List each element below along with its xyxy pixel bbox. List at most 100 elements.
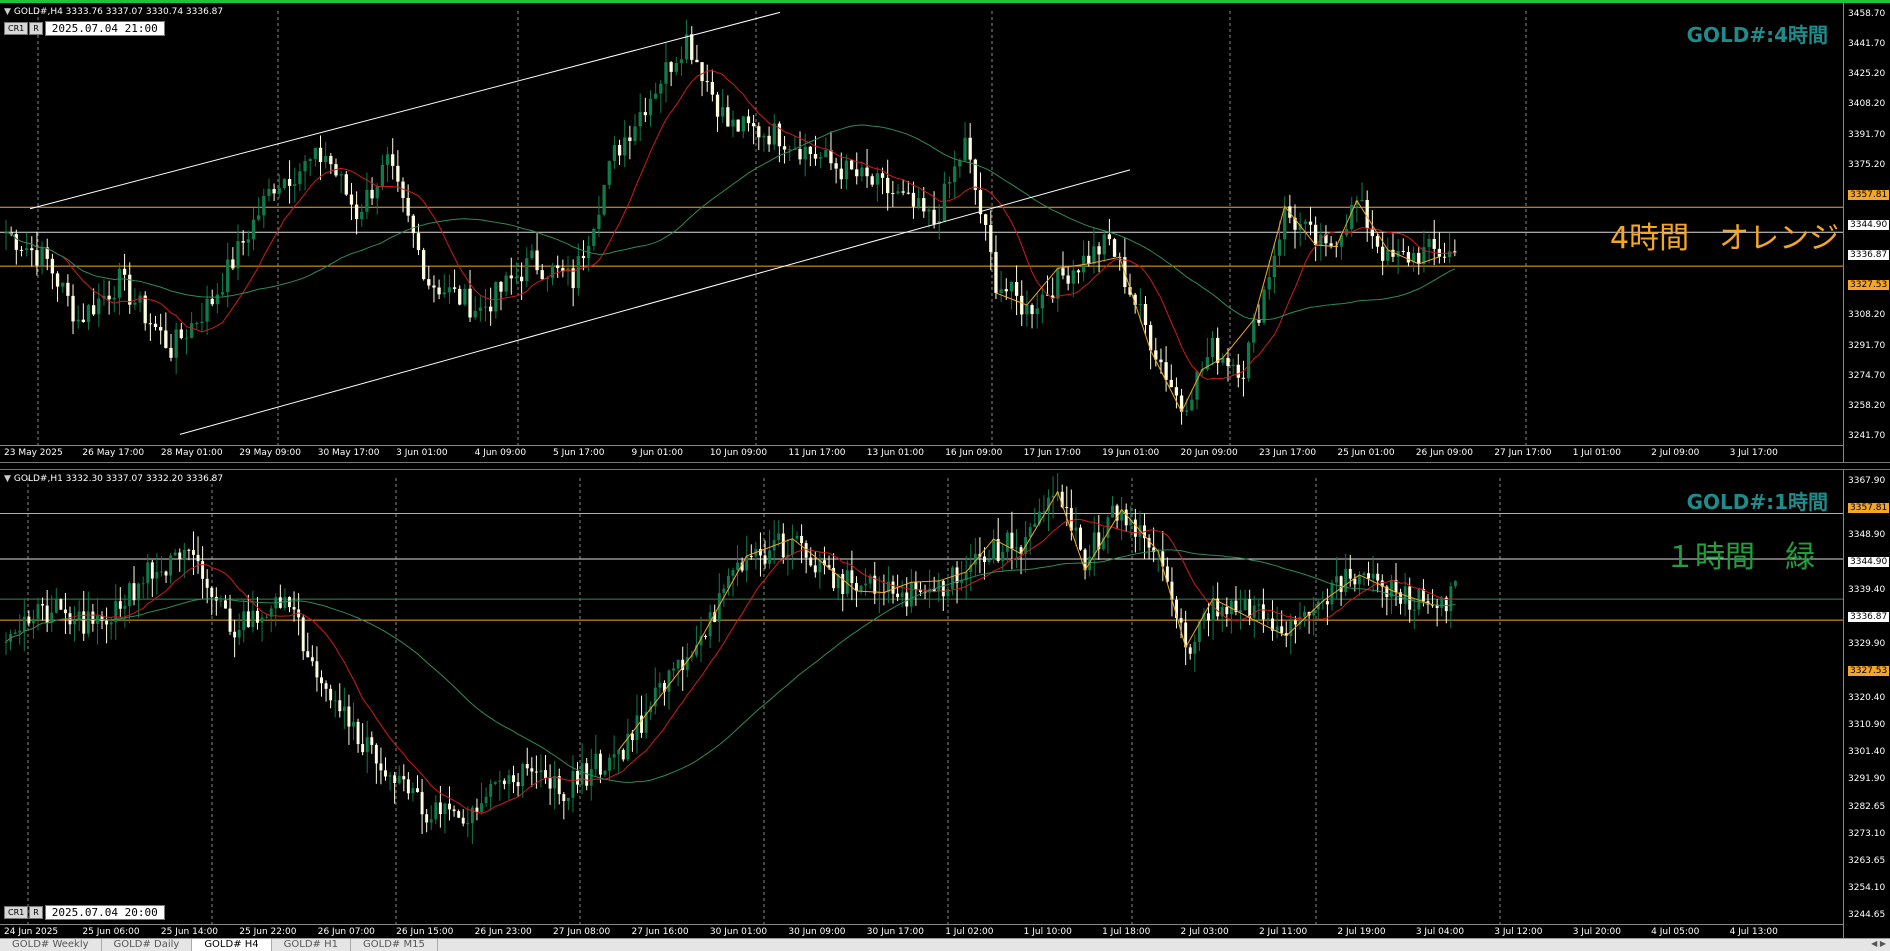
candle-body	[117, 268, 122, 298]
candle-body	[174, 329, 178, 358]
h1-price-axis[interactable]: 3367.90 3357.81 3348.90 3344.90 3339.40 3336.…	[1843, 470, 1890, 938]
candle-body	[411, 788, 415, 794]
r-button[interactable]: R	[29, 21, 43, 35]
price-tick: 3254.10	[1848, 882, 1886, 893]
candle-body	[265, 616, 269, 618]
candle-body	[1005, 532, 1009, 552]
candle-body	[1097, 246, 1101, 255]
tab-scroll-arrows-icon[interactable]: ◀ ▶	[1871, 939, 1886, 948]
candle-body	[179, 329, 183, 339]
r-button[interactable]: R	[29, 905, 43, 919]
candle-body	[1042, 511, 1046, 513]
candle-body	[763, 555, 767, 564]
h1-price-chart[interactable]	[0, 470, 1844, 924]
chart-tab[interactable]: GOLD# Daily	[102, 939, 193, 951]
chart-tab[interactable]: GOLD# H1	[272, 939, 351, 951]
candle-body	[210, 298, 214, 305]
price-tick: 3344.90	[1848, 557, 1890, 568]
candle-body	[916, 198, 921, 207]
candle-body	[621, 749, 625, 760]
candle-body	[942, 183, 947, 221]
candle-body	[370, 189, 374, 199]
price-tick: 3339.40	[1848, 584, 1886, 595]
time-tick: 2 Jul 09:00	[1651, 448, 1700, 458]
h4-price-axis[interactable]: 3458.70 3441.70 3425.20 3408.20 3391.70 3375.…	[1843, 3, 1890, 462]
time-tick: 3 Jul 04:00	[1415, 927, 1465, 937]
candle-body	[844, 160, 849, 180]
candle-body	[442, 292, 446, 295]
candle-body	[385, 154, 390, 165]
candle-body	[292, 607, 296, 610]
h1-chart-header: ▼ GOLD#,H1 3332.30 3337.07 3332.20 3336.8…	[4, 474, 223, 484]
candle-body	[553, 775, 557, 789]
candle-body	[749, 555, 753, 557]
candle-body	[1353, 578, 1357, 585]
candle-body	[416, 788, 419, 793]
h4-crosshair-time-box: CR1 R 2025.07.04 21:00	[4, 20, 165, 36]
cr1-button[interactable]: CR1	[4, 905, 29, 919]
chart-tab[interactable]: GOLD# H4	[192, 939, 272, 951]
candle-body	[896, 191, 900, 194]
candle-body	[406, 779, 410, 794]
price-tick: 3244.65	[1848, 910, 1886, 920]
candle-body	[349, 194, 354, 205]
candle-body	[489, 783, 493, 797]
time-tick: 5 Jun 17:00	[553, 448, 605, 458]
candle-body	[391, 154, 395, 166]
h1-chart-pane[interactable]: ▼ GOLD#,H1 3332.30 3337.07 3332.20 3336.8…	[0, 470, 1890, 938]
candle-body	[1190, 399, 1194, 411]
candle-body	[516, 782, 520, 787]
candle-body	[361, 744, 365, 753]
candle-body	[602, 184, 606, 215]
h1-time-axis[interactable]: 24 Jun 2025 25 Jun 06:00 25 Jun 14:00 25 Ju…	[0, 924, 1844, 939]
candle-body	[354, 204, 359, 220]
candle-body	[540, 270, 544, 280]
candle-body	[112, 297, 116, 300]
h4-chart-header: ▼ GOLD#,H4 3333.76 3337.07 3330.74 3336.8…	[4, 7, 223, 17]
candle-body	[1225, 607, 1229, 615]
candle-body	[159, 571, 163, 573]
pane-separator[interactable]	[0, 462, 1890, 470]
h4-time-axis[interactable]: 23 May 2025 26 May 17:00 28 May 01:00 29 Ma…	[0, 445, 1844, 460]
candle-body	[356, 721, 360, 745]
collapse-triangle-icon[interactable]: ▼	[4, 7, 11, 17]
candle-body	[1280, 626, 1284, 634]
candle-body	[667, 670, 671, 692]
candle-body	[875, 173, 880, 185]
h4-price-chart[interactable]	[0, 3, 1844, 445]
candle-body	[1124, 509, 1128, 526]
chart-tab[interactable]: GOLD# M15	[351, 939, 438, 951]
candle-body	[1357, 574, 1361, 585]
candle-body	[437, 287, 441, 295]
candle-body	[592, 228, 596, 246]
candle-body	[22, 616, 26, 631]
chart-tab[interactable]: GOLD# Weekly	[0, 939, 102, 951]
candle-body	[333, 700, 337, 702]
candle-body	[1303, 611, 1307, 617]
candle-body	[1143, 304, 1148, 326]
candle-body	[535, 250, 539, 271]
candle-body	[308, 159, 312, 162]
candle-body	[228, 608, 232, 632]
candle-body	[36, 604, 40, 619]
candle-body	[886, 177, 890, 194]
candle-body	[192, 550, 195, 555]
time-tick: 25 Jun 06:00	[82, 927, 140, 937]
candle-body	[420, 792, 424, 815]
cr1-button[interactable]: CR1	[4, 21, 29, 35]
candle-body	[1015, 547, 1018, 549]
trend-line	[29, 11, 781, 210]
collapse-triangle-icon[interactable]: ▼	[4, 474, 11, 484]
candle-body	[54, 599, 58, 613]
h4-chart-pane[interactable]: ▼ GOLD#,H4 3333.76 3337.07 3330.74 3336.8…	[0, 0, 1890, 462]
candle-body	[61, 282, 65, 287]
candle-body	[597, 214, 601, 229]
candle-body	[425, 814, 429, 823]
candle-body	[224, 600, 227, 609]
candle-body	[1210, 337, 1215, 358]
candle-body	[41, 604, 45, 606]
candle-body	[1040, 294, 1045, 309]
time-tick: 19 Jun 01:00	[1102, 448, 1160, 458]
candle-body	[1138, 304, 1142, 306]
candle-body	[1266, 618, 1270, 620]
